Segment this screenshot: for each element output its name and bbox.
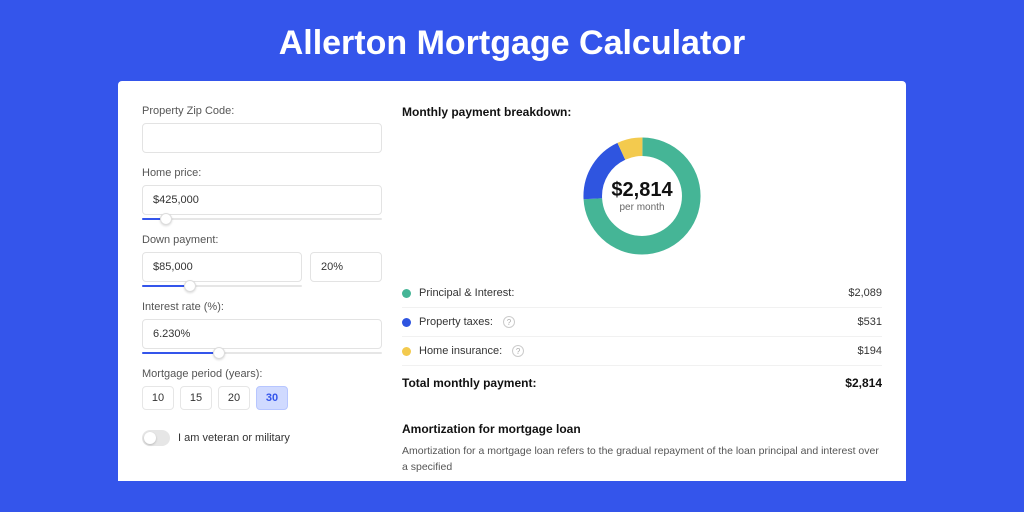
help-icon[interactable]: ? [512,345,524,357]
period-field-group: Mortgage period (years): 10 15 20 30 [142,368,382,410]
period-15-button[interactable]: 15 [180,386,212,410]
veteran-toggle[interactable] [142,430,170,446]
breakdown-panel: Monthly payment breakdown: $2,814 per mo… [402,105,882,481]
down-payment-slider[interactable] [142,285,302,287]
breakdown-title: Monthly payment breakdown: [402,105,882,119]
breakdown-row-ins: Home insurance: ? $194 [402,337,882,366]
amort-text: Amortization for a mortgage loan refers … [402,444,882,476]
pi-amount: $2,089 [848,287,882,299]
amort-title: Amortization for mortgage loan [402,414,882,436]
down-payment-label: Down payment: [142,234,382,246]
help-icon[interactable]: ? [503,316,515,328]
total-amount: $2,814 [845,376,882,390]
slider-thumb[interactable] [213,347,225,359]
dot-yellow-icon [402,347,411,356]
dot-green-icon [402,289,411,298]
period-20-button[interactable]: 20 [218,386,250,410]
zip-input[interactable] [142,123,382,153]
donut-amount: $2,814 [611,179,672,202]
down-payment-input[interactable] [142,252,302,282]
tax-amount: $531 [858,316,882,328]
calculator-card: Property Zip Code: Home price: Down paym… [118,81,906,481]
ins-label: Home insurance: [419,345,502,357]
donut-chart: $2,814 per month [402,131,882,261]
breakdown-row-tax: Property taxes: ? $531 [402,308,882,337]
down-payment-pct-input[interactable] [310,252,382,282]
toggle-knob [144,432,156,444]
dot-blue-icon [402,318,411,327]
pi-label: Principal & Interest: [419,287,514,299]
slider-thumb[interactable] [160,213,172,225]
interest-input[interactable] [142,319,382,349]
form-panel: Property Zip Code: Home price: Down paym… [142,105,382,481]
down-payment-field-group: Down payment: [142,234,382,287]
period-10-button[interactable]: 10 [142,386,174,410]
ins-amount: $194 [858,345,882,357]
period-label: Mortgage period (years): [142,368,382,380]
slider-thumb[interactable] [184,280,196,292]
total-label: Total monthly payment: [402,376,536,390]
breakdown-row-pi: Principal & Interest: $2,089 [402,279,882,308]
page-title: Allerton Mortgage Calculator [0,0,1024,81]
home-price-field-group: Home price: [142,167,382,220]
total-row: Total monthly payment: $2,814 [402,366,882,402]
interest-slider[interactable] [142,352,382,354]
veteran-toggle-row: I am veteran or military [142,430,382,446]
zip-label: Property Zip Code: [142,105,382,117]
interest-label: Interest rate (%): [142,301,382,313]
donut-sub: per month [611,202,672,213]
interest-field-group: Interest rate (%): [142,301,382,354]
veteran-label: I am veteran or military [178,432,290,444]
home-price-label: Home price: [142,167,382,179]
zip-field-group: Property Zip Code: [142,105,382,153]
home-price-input[interactable] [142,185,382,215]
tax-label: Property taxes: [419,316,493,328]
home-price-slider[interactable] [142,218,382,220]
period-30-button[interactable]: 30 [256,386,288,410]
